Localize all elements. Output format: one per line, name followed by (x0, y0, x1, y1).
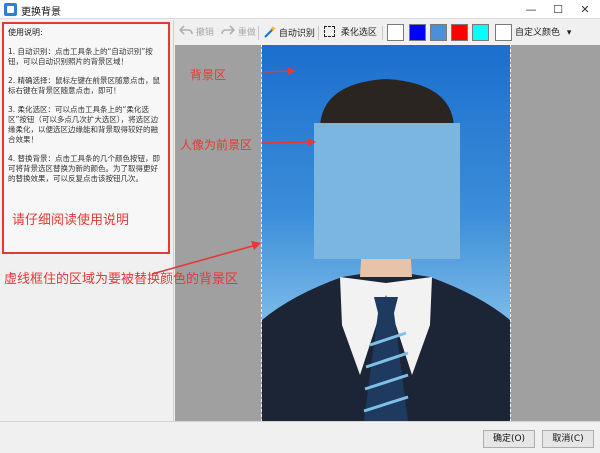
custom-color-swatch[interactable] (495, 24, 512, 41)
selection-dashed-outline (261, 44, 511, 422)
dialog-footer: 确定(O) 取消(C) (0, 421, 600, 453)
instructions-title: 使用说明: (8, 28, 43, 37)
cancel-button[interactable]: 取消(C) (542, 430, 594, 448)
read-instructions-warning: 请仔细阅读使用说明 (12, 213, 130, 228)
instruction-item: 1. 自动识别：点击工具条上的“自动识别”按钮，可以自动识别照片的背景区域！ (8, 47, 153, 66)
instruction-item: 4. 替换背景：点击工具条的几个颜色按钮，即可将背景选区替换为新的颜色。为了取得… (8, 154, 161, 183)
toolbar: 撤销 重做 自动识别 柔化选区 自定义颜色 ▾ (175, 21, 600, 45)
redo-icon (221, 25, 236, 35)
swatch-cyan[interactable] (472, 24, 489, 41)
swatch-red[interactable] (451, 24, 468, 41)
instruction-item: 2. 精确选择：鼠标左键在前景区随意点击，鼠标右键在背景区随意点击，即可！ (8, 76, 161, 95)
left-panel: 使用说明: 1. 自动识别：点击工具条上的“自动识别”按钮，可以自动识别照片的背… (0, 20, 174, 421)
annotation-foreground: 人像为前景区 (180, 138, 253, 152)
maximize-icon[interactable]: ☐ (544, 0, 572, 19)
dashed-selection-icon (324, 26, 335, 37)
close-icon[interactable]: ✕ (571, 0, 599, 19)
app-icon (4, 3, 17, 16)
undo-button[interactable]: 撤销 (178, 25, 214, 41)
annotation-background: 背景区 (190, 68, 227, 82)
instruction-item: 3. 柔化选区：可以点击工具条上的“柔化选区”按钮（可以多点几次扩大选区），将选… (8, 105, 159, 144)
undo-icon (178, 25, 193, 35)
auto-detect-label: 自动识别 (278, 29, 315, 39)
minimize-icon[interactable]: — (517, 0, 545, 19)
image-canvas[interactable] (175, 44, 600, 422)
custom-color-label: 自定义颜色 (515, 28, 561, 38)
soften-selection-label: 柔化选区 (340, 28, 377, 38)
ok-button[interactable]: 确定(O) (483, 430, 535, 448)
instructions-box: 使用说明: 1. 自动识别：点击工具条上的“自动识别”按钮，可以自动识别照片的背… (2, 22, 170, 254)
chevron-down-icon: ▾ (566, 28, 572, 38)
swatch-blue[interactable] (409, 24, 426, 41)
title-bar: 更换背景 — ☐ ✕ (0, 0, 600, 19)
custom-color-dropdown[interactable]: 自定义颜色 ▾ (515, 25, 571, 41)
undo-label: 撤销 (195, 28, 214, 38)
auto-detect-button[interactable]: 自动识别 (263, 25, 315, 41)
window-title: 更换背景 (21, 7, 61, 18)
redo-label: 重做 (237, 28, 256, 38)
swatch-light-blue[interactable] (430, 24, 447, 41)
swatch-white[interactable] (387, 24, 404, 41)
soften-selection-button[interactable]: 柔化选区 (324, 25, 377, 41)
annotation-dashed-area: 虚线框住的区域为要被替换颜色的背景区 (4, 272, 239, 287)
redo-button[interactable]: 重做 (221, 25, 256, 41)
magic-wand-icon (264, 26, 276, 38)
toolbar-separator (258, 26, 259, 40)
toolbar-separator (318, 26, 319, 40)
toolbar-separator (382, 26, 383, 40)
